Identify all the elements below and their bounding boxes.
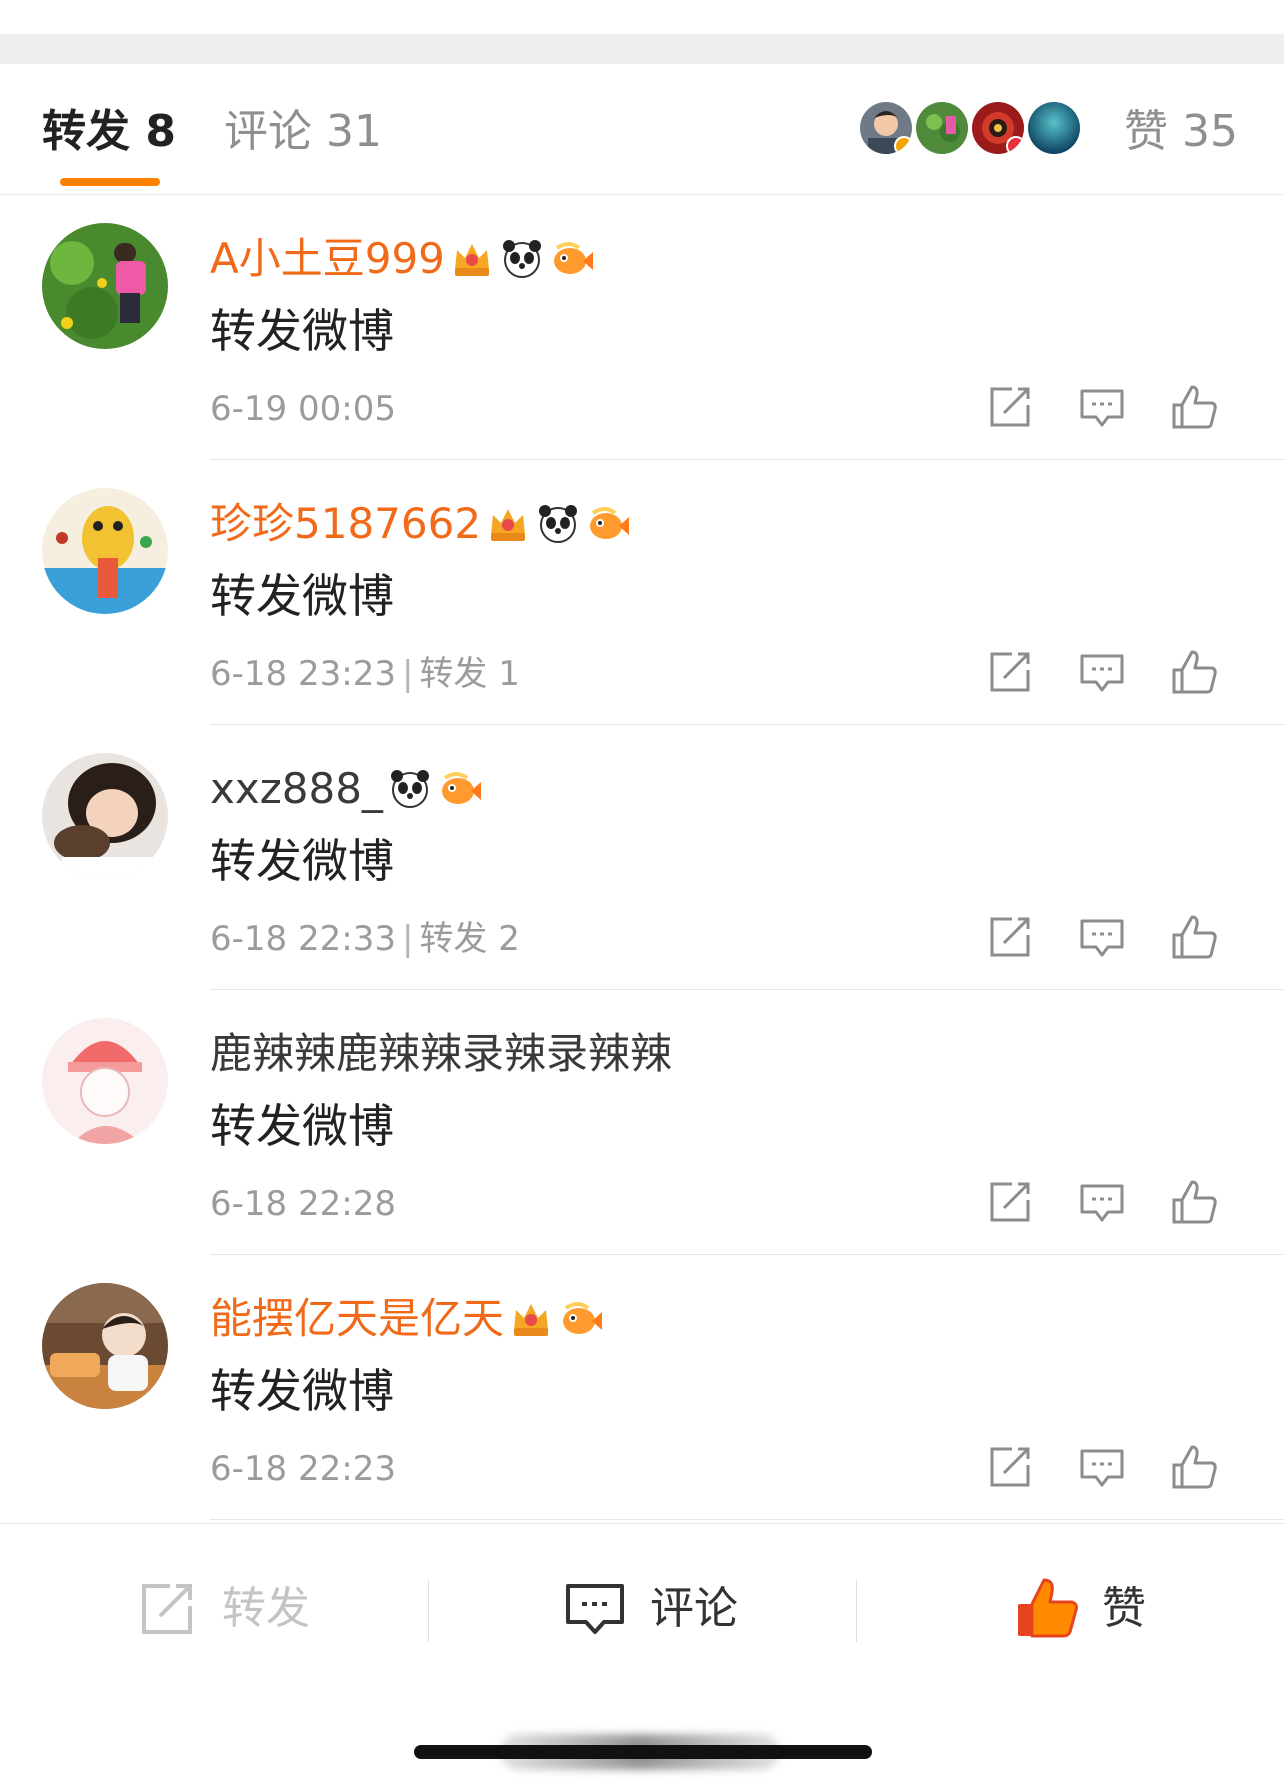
fish-badge-icon <box>549 236 595 282</box>
username[interactable]: 珍珍5187662 <box>210 496 481 552</box>
bottom-action-bar: 转发 评论 赞 <box>0 1523 1284 1684</box>
panda-badge-icon <box>499 236 545 282</box>
repost-meta: 6-18 22:23 <box>210 1445 396 1493</box>
repost-count[interactable]: 转发 2 <box>419 919 519 959</box>
repost-icon[interactable] <box>982 909 1038 965</box>
timestamp: 6-18 22:28 <box>210 1184 396 1224</box>
fish-badge-icon <box>558 1296 604 1342</box>
liker-avatar <box>858 100 914 156</box>
username[interactable]: 能摆亿天是亿天 <box>210 1291 504 1347</box>
tab-repost[interactable]: 转发 8 <box>42 104 176 160</box>
item-actions <box>982 379 1242 435</box>
tab-bar: 转发 8 评论 31 赞 35 <box>0 64 1284 195</box>
repost-meta: 6-18 22:33 | 转发 2 <box>210 915 520 963</box>
crown-badge-icon <box>508 1296 554 1342</box>
fish-badge-icon <box>585 501 631 547</box>
liker-avatar <box>970 100 1026 156</box>
liker-avatar <box>914 100 970 156</box>
status-area <box>0 0 1284 34</box>
name-line: 能摆亿天是亿天 <box>210 1291 604 1347</box>
like-button[interactable]: 赞 <box>1012 1574 1146 1644</box>
timestamp: 6-18 22:23 <box>210 1449 396 1489</box>
repost-button[interactable]: 转发 <box>132 1574 310 1644</box>
repost-meta: 6-18 22:28 <box>210 1180 396 1228</box>
repost-icon[interactable] <box>982 379 1038 435</box>
list-item[interactable]: 珍珍5187662 转发微博 6-18 23:23 | 转发 1 <box>0 460 1284 725</box>
name-line: A小土豆999 <box>210 231 595 287</box>
comment-icon[interactable] <box>1074 1174 1130 1230</box>
comment-button-label: 评论 <box>650 1583 738 1634</box>
repost-content: 转发微博 <box>210 834 394 888</box>
list-item[interactable]: A小土豆999 转发微博 6-19 00:05 <box>0 195 1284 460</box>
item-actions <box>982 1174 1242 1230</box>
meta-separator: | <box>401 919 414 959</box>
avatar[interactable] <box>42 1018 168 1144</box>
repost-content: 转发微博 <box>210 1364 394 1418</box>
list-item[interactable]: 鹿辣辣鹿辣辣录辣录辣辣 转发微博 6-18 22:28 <box>0 990 1284 1255</box>
crown-badge-icon <box>449 236 495 282</box>
repost-content: 转发微博 <box>210 304 394 358</box>
timestamp: 6-19 00:05 <box>210 389 396 429</box>
home-indicator[interactable] <box>414 1745 872 1759</box>
like-icon[interactable] <box>1166 379 1222 435</box>
comment-button[interactable]: 评论 <box>560 1574 738 1644</box>
repost-meta: 6-19 00:05 <box>210 385 396 433</box>
item-actions <box>982 909 1242 965</box>
like-icon[interactable] <box>1166 644 1222 700</box>
divider <box>210 1519 1284 1520</box>
comment-icon[interactable] <box>1074 909 1130 965</box>
repost-icon[interactable] <box>982 644 1038 700</box>
bar-separator <box>428 1580 429 1642</box>
tab-comment[interactable]: 评论 31 <box>224 104 382 160</box>
meta-separator: | <box>401 654 414 694</box>
comment-icon <box>560 1574 630 1644</box>
active-tab-indicator <box>60 178 160 186</box>
item-actions <box>982 1439 1242 1495</box>
panda-badge-icon <box>535 501 581 547</box>
item-actions <box>982 644 1242 700</box>
like-icon[interactable] <box>1166 1174 1222 1230</box>
panda-badge-icon <box>387 766 433 812</box>
liker-avatar <box>1026 100 1082 156</box>
list-item[interactable]: xxz888_ 转发微博 6-18 22:33 | 转发 2 <box>0 725 1284 990</box>
comment-icon[interactable] <box>1074 1439 1130 1495</box>
repost-icon[interactable] <box>982 1174 1038 1230</box>
tab-like[interactable]: 赞 35 <box>1124 104 1238 160</box>
like-icon <box>1012 1574 1082 1644</box>
repost-icon[interactable] <box>982 1439 1038 1495</box>
name-line: xxz888_ <box>210 761 483 817</box>
fish-badge-icon <box>437 766 483 812</box>
comment-icon[interactable] <box>1074 644 1130 700</box>
avatar[interactable] <box>42 223 168 349</box>
repost-count[interactable]: 转发 1 <box>419 654 519 694</box>
verified-icon <box>894 136 912 154</box>
name-line: 鹿辣辣鹿辣辣录辣录辣辣 <box>210 1026 672 1082</box>
name-line: 珍珍5187662 <box>210 496 631 552</box>
avatar[interactable] <box>42 1283 168 1409</box>
timestamp: 6-18 22:33 <box>210 919 396 959</box>
avatar[interactable] <box>42 488 168 614</box>
repost-content: 转发微博 <box>210 1099 394 1153</box>
like-icon[interactable] <box>1166 909 1222 965</box>
timestamp: 6-18 23:23 <box>210 654 396 694</box>
repost-content: 转发微博 <box>210 569 394 623</box>
section-separator <box>0 34 1284 64</box>
username[interactable]: 鹿辣辣鹿辣辣录辣录辣辣 <box>210 1026 672 1082</box>
avatar[interactable] <box>42 753 168 879</box>
username[interactable]: A小土豆999 <box>210 231 445 287</box>
list-item[interactable]: 能摆亿天是亿天 转发微博 6-18 22:23 <box>0 1255 1284 1520</box>
crown-badge-icon <box>485 501 531 547</box>
username[interactable]: xxz888_ <box>210 761 383 817</box>
like-button-label: 赞 <box>1102 1583 1146 1634</box>
comment-icon[interactable] <box>1074 379 1130 435</box>
verified-icon <box>1006 136 1024 154</box>
bar-separator <box>856 1580 857 1642</box>
repost-icon <box>132 1574 202 1644</box>
repost-meta: 6-18 23:23 | 转发 1 <box>210 650 520 698</box>
like-icon[interactable] <box>1166 1439 1222 1495</box>
repost-button-label: 转发 <box>222 1583 310 1634</box>
